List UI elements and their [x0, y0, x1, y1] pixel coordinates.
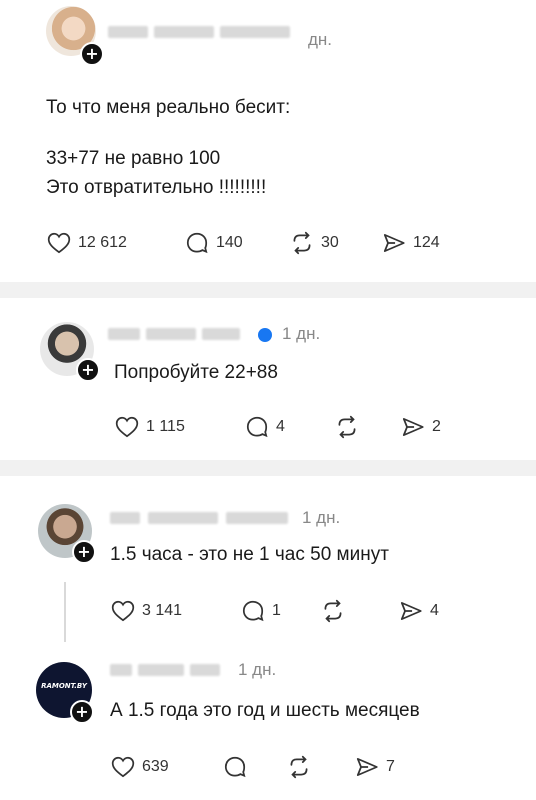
repost-icon	[286, 754, 312, 780]
like-count: 3 141	[142, 602, 183, 619]
post-text-line: Это отвратительно !!!!!!!!!	[46, 177, 267, 198]
like-count: 639	[142, 758, 169, 775]
comment-icon	[240, 598, 266, 624]
divider	[0, 460, 536, 476]
username[interactable]	[108, 324, 258, 346]
share-button[interactable]: 2	[400, 414, 441, 440]
post-2: + 1 дн. Попробуйте 22+88 1 115 4 2	[0, 298, 536, 460]
post-text-line: 33+77 не равно 100	[46, 148, 221, 169]
share-count: 124	[413, 234, 440, 251]
heart-icon	[46, 230, 72, 256]
reply-button[interactable]: 1	[240, 598, 281, 624]
reply-count: 4	[276, 418, 285, 435]
reply-count: 1	[272, 602, 281, 619]
like-button[interactable]: 3 141	[110, 598, 182, 624]
like-button[interactable]: 12 612	[46, 230, 127, 256]
repost-count: 30	[321, 234, 339, 251]
verified-badge-icon	[258, 328, 272, 342]
share-count: 7	[386, 758, 395, 775]
share-icon	[354, 754, 380, 780]
post-time: 1 дн.	[238, 660, 277, 679]
username[interactable]	[110, 508, 300, 530]
repost-button[interactable]: 30	[289, 230, 339, 256]
post-actions: 3 141 1 4	[110, 598, 490, 626]
share-count: 2	[432, 418, 441, 435]
post-text-line: А 1.5 года это год и шесть месяцев	[110, 700, 420, 721]
share-button[interactable]: 124	[381, 230, 440, 256]
post-time: 1 дн.	[302, 508, 341, 527]
post-text-line: 1.5 часа - это не 1 час 50 минут	[110, 544, 389, 565]
repost-button[interactable]	[334, 414, 366, 440]
post-actions: 639 7	[110, 754, 490, 782]
repost-icon	[289, 230, 315, 256]
repost-icon	[334, 414, 360, 440]
avatar-logo-text: RAMONT.BY	[41, 682, 87, 690]
follow-plus-icon[interactable]: +	[80, 42, 104, 66]
post-actions: 12 612 140 30 124	[46, 230, 486, 258]
post-time: 1 дн.	[282, 324, 321, 343]
like-button[interactable]: 639	[110, 754, 169, 780]
thread-line	[64, 582, 66, 642]
like-count: 1 115	[146, 418, 185, 435]
follow-plus-icon[interactable]: +	[70, 700, 94, 724]
post-actions: 1 115 4 2	[114, 414, 494, 442]
post-time: дн.	[308, 30, 333, 49]
repost-icon	[320, 598, 346, 624]
post-text-line: То что меня реально бесит:	[46, 97, 291, 118]
comment-icon	[184, 230, 210, 256]
heart-icon	[110, 598, 136, 624]
repost-button[interactable]	[286, 754, 318, 780]
follow-plus-icon[interactable]: +	[76, 358, 100, 382]
share-icon	[381, 230, 407, 256]
share-icon	[400, 414, 426, 440]
reply-count: 140	[216, 234, 243, 251]
post-1: + дн. То что меня реально бесит: 33+77 н…	[0, 0, 536, 282]
follow-plus-icon[interactable]: +	[72, 540, 96, 564]
comment-icon	[244, 414, 270, 440]
comment-icon	[222, 754, 248, 780]
reply-button[interactable]: 140	[184, 230, 243, 256]
reply-button[interactable]: 4	[244, 414, 285, 440]
like-button[interactable]: 1 115	[114, 414, 185, 440]
username[interactable]	[110, 660, 226, 682]
share-count: 4	[430, 602, 439, 619]
post-3: + 1 дн. 1.5 часа - это не 1 час 50 минут…	[0, 476, 536, 800]
heart-icon	[110, 754, 136, 780]
share-button[interactable]: 7	[354, 754, 395, 780]
username[interactable]	[108, 22, 298, 44]
post-text-line: Попробуйте 22+88	[114, 362, 278, 383]
like-count: 12 612	[78, 234, 127, 251]
divider	[0, 282, 536, 298]
share-icon	[398, 598, 424, 624]
share-button[interactable]: 4	[398, 598, 439, 624]
heart-icon	[114, 414, 140, 440]
repost-button[interactable]	[320, 598, 352, 624]
reply-button[interactable]	[222, 754, 254, 780]
